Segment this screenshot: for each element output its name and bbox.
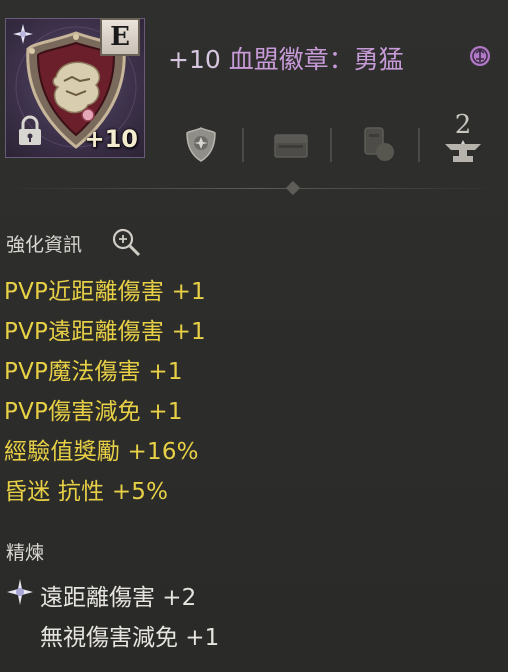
magnify-icon[interactable] [110,226,142,258]
enhance-stat: PVP遠距離傷害 +1 [4,319,206,345]
shield-slot-icon [186,127,216,162]
lock-icon[interactable] [16,115,44,147]
slot-separator [418,128,420,162]
enhance-stat: PVP傷害減免 +1 [4,399,183,425]
enhance-stat: PVP近距離傷害 +1 [4,279,206,305]
anvil-slot-count: 2 [454,110,472,140]
anvil-slot-icon [445,140,481,162]
grade-badge: E [100,18,140,56]
potion-slot[interactable] [354,116,404,172]
sparkle-icon [13,24,33,44]
refine-star-icon [7,579,33,605]
anvil-slot[interactable]: 2 [438,110,488,172]
slot-separator [242,128,244,162]
header-divider [0,188,508,189]
slot-separator [330,128,332,162]
item-tooltip-panel: +10 E +10 血盟徽章：勇猛 2 強化資訊 PVP近距離傷害 +1 PVP… [0,0,508,672]
enhance-info-title: 強化資訊 [6,234,83,256]
refine-title: 精煉 [6,542,45,564]
refine-stat: 無視傷害減免 +1 [40,625,220,651]
shield-slot[interactable] [176,116,226,172]
enhance-stat: 經驗值獎勵 +16% [4,439,199,465]
chest-slot-icon [274,134,308,158]
chest-slot[interactable] [266,116,316,172]
rune-icon[interactable] [468,44,492,68]
item-level-badge: +10 [84,125,138,153]
equipment-slot-bar: 2 [170,110,500,172]
refine-stat: 遠距離傷害 +2 [40,585,197,611]
divider-ornament [285,180,301,196]
item-title: +10 血盟徽章：勇猛 [168,40,404,76]
item-name: 血盟徽章：勇猛 [228,45,404,74]
enhance-stat: 昏迷 抗性 +5% [4,479,169,505]
enhance-stat: PVP魔法傷害 +1 [4,359,183,385]
potion-slot-icon [364,127,394,161]
item-enhance-prefix: +10 [168,45,221,74]
